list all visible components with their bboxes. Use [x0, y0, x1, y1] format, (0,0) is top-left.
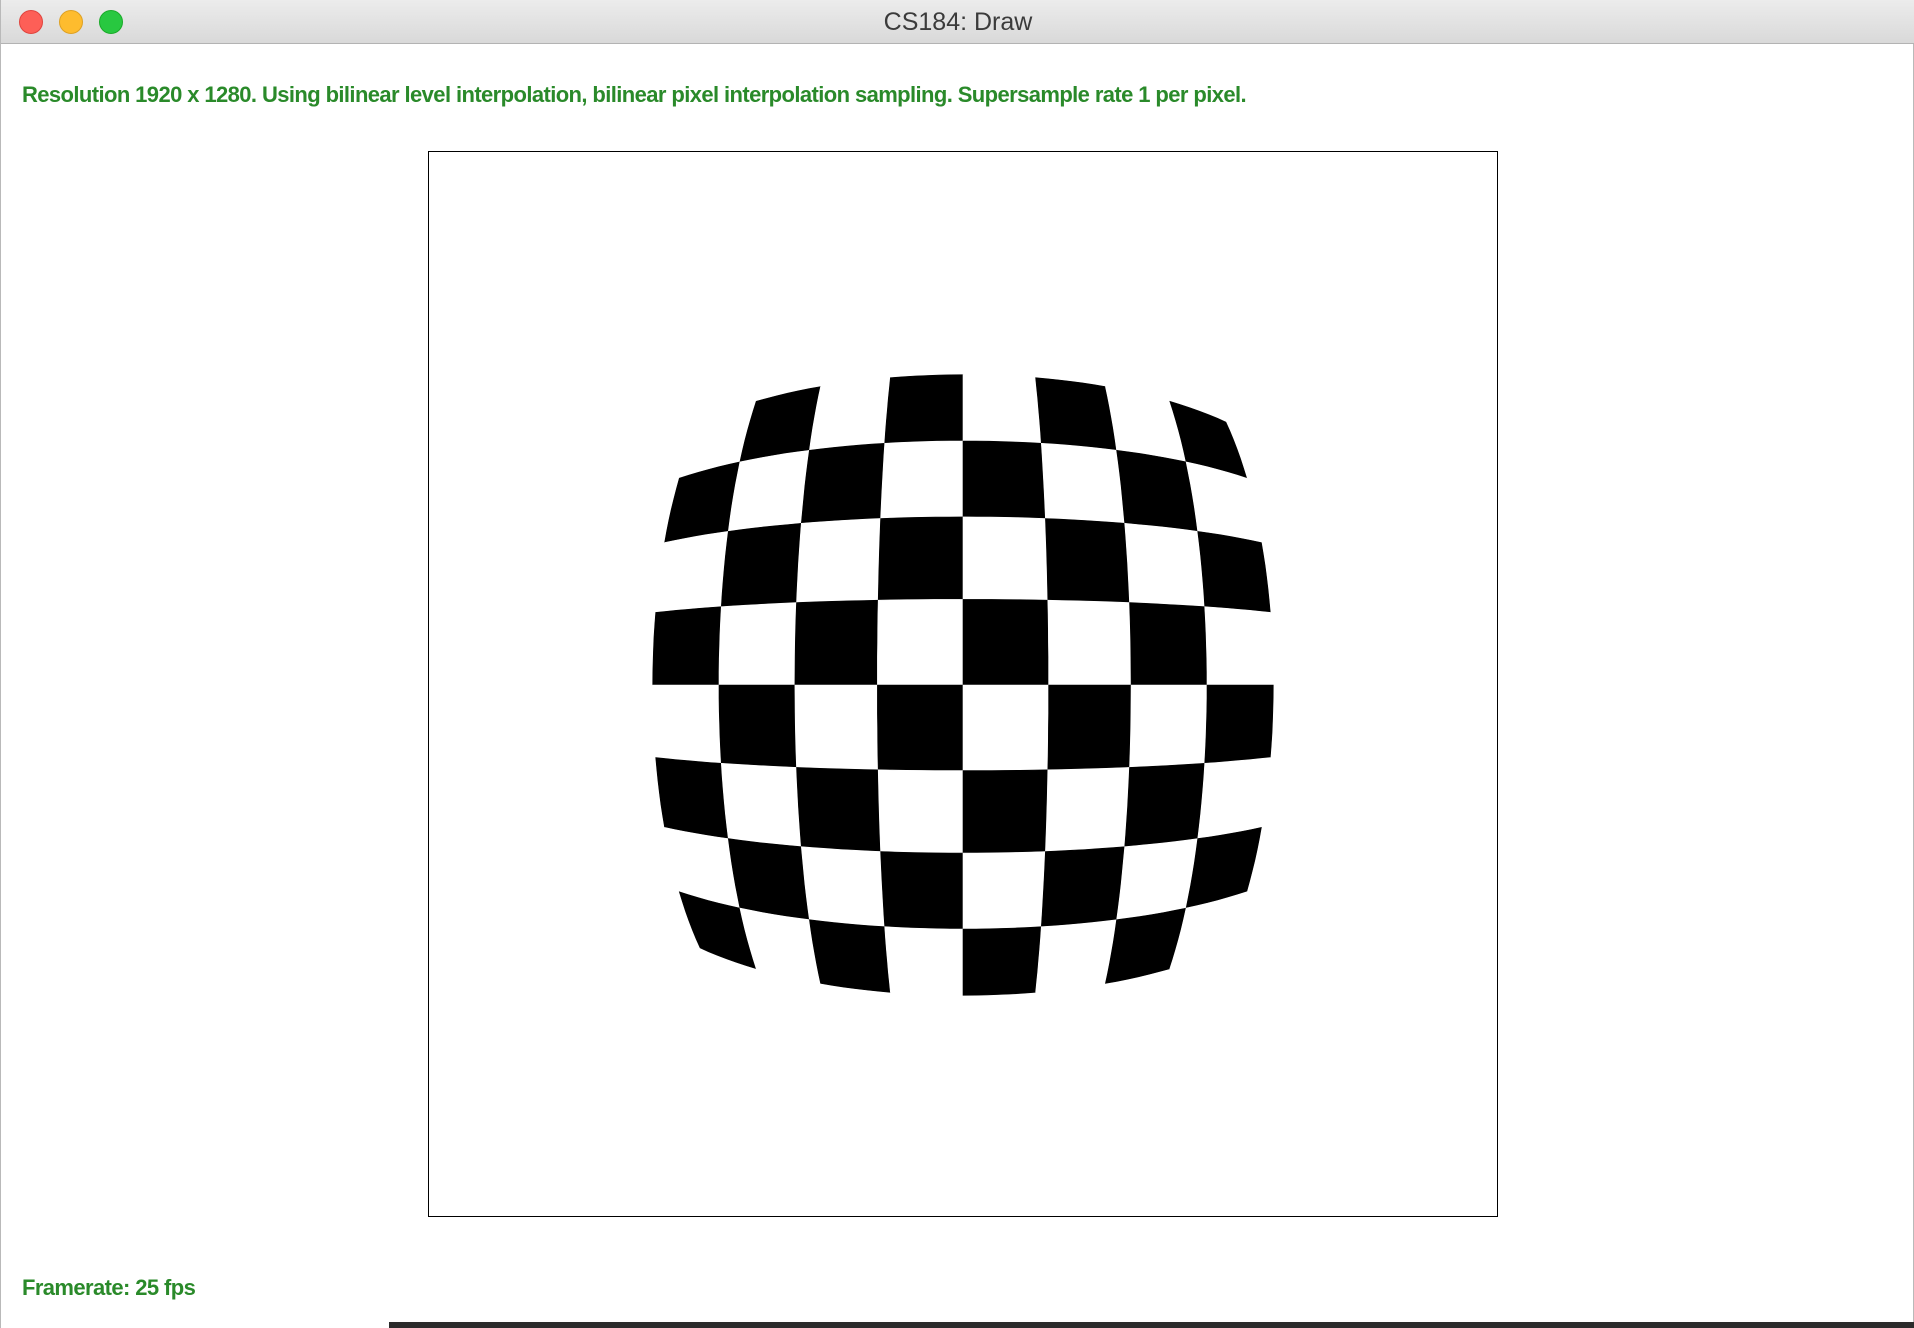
- app-window: CS184: Draw Resolution 1920 x 1280. Usin…: [0, 0, 1914, 1328]
- checker-cell: [884, 926, 964, 996]
- checker-cell: [1045, 518, 1130, 603]
- checker-cell: [718, 684, 797, 768]
- checker-cell: [962, 769, 1049, 854]
- checker-cell: [720, 522, 802, 608]
- checker-cell: [877, 516, 964, 601]
- checker-cell: [1035, 919, 1117, 993]
- checker-cell: [1129, 684, 1208, 768]
- checker-cell: [1129, 602, 1208, 686]
- checker-cell: [962, 851, 1046, 930]
- checker-cell: [962, 599, 1049, 686]
- checker-cell: [1040, 442, 1126, 524]
- checker-cell: [1124, 522, 1206, 608]
- checker-cell: [655, 531, 729, 613]
- checker-cell: [720, 762, 802, 848]
- window-title: CS184: Draw: [883, 8, 1033, 36]
- checker-cell: [1040, 846, 1126, 928]
- checker-cell: [1124, 762, 1206, 848]
- checker-cell: [1185, 461, 1262, 543]
- status-text: Resolution 1920 x 1280. Using bilinear l…: [22, 82, 1247, 107]
- checker-cell: [1197, 757, 1271, 839]
- checker-cell: [655, 757, 729, 839]
- checker-cell: [800, 442, 886, 524]
- checker-cell: [1116, 449, 1199, 532]
- checker-cell: [809, 919, 891, 993]
- checker-cell: [877, 599, 964, 686]
- warped-checkerboard: [652, 374, 1274, 996]
- checker-cell: [962, 516, 1049, 601]
- checker-cell: [794, 599, 879, 686]
- checker-cell: [718, 602, 797, 686]
- checker-cell: [877, 684, 964, 771]
- checker-cell: [884, 374, 964, 444]
- checker-cell: [1045, 767, 1130, 852]
- checker-cell: [877, 769, 964, 854]
- checker-cell: [1116, 838, 1199, 921]
- checker-cell: [1035, 377, 1117, 451]
- checker-cell: [880, 851, 964, 930]
- framerate-text: Framerate: 25 fps: [22, 1275, 196, 1300]
- checker-cell: [809, 377, 891, 451]
- drawing-canvas[interactable]: [428, 151, 1498, 1217]
- checker-cell: [1197, 531, 1271, 613]
- checker-cell: [962, 440, 1046, 519]
- checker-cell: [727, 838, 810, 921]
- window-bottom-edge: [389, 1322, 1914, 1328]
- checker-cell: [727, 449, 810, 532]
- checker-cell: [796, 767, 881, 852]
- checker-cell: [1105, 907, 1187, 984]
- checker-cell: [962, 926, 1042, 996]
- checker-cell: [1204, 684, 1274, 764]
- checker-cell: [739, 907, 821, 984]
- checker-cell: [794, 684, 879, 771]
- checker-cell: [1185, 827, 1262, 909]
- checker-cell: [652, 684, 722, 764]
- checkerboard-render: [652, 374, 1274, 996]
- checker-cell: [796, 518, 881, 603]
- checker-cell: [1047, 599, 1132, 686]
- checker-cell: [962, 374, 1042, 444]
- checker-cell: [800, 846, 886, 928]
- title-bar[interactable]: CS184: Draw: [1, 0, 1914, 44]
- checker-cell: [880, 440, 964, 519]
- checker-cell: [652, 606, 722, 686]
- checker-cell: [962, 684, 1049, 771]
- checker-cell: [1204, 606, 1274, 686]
- checker-cell: [1047, 684, 1132, 771]
